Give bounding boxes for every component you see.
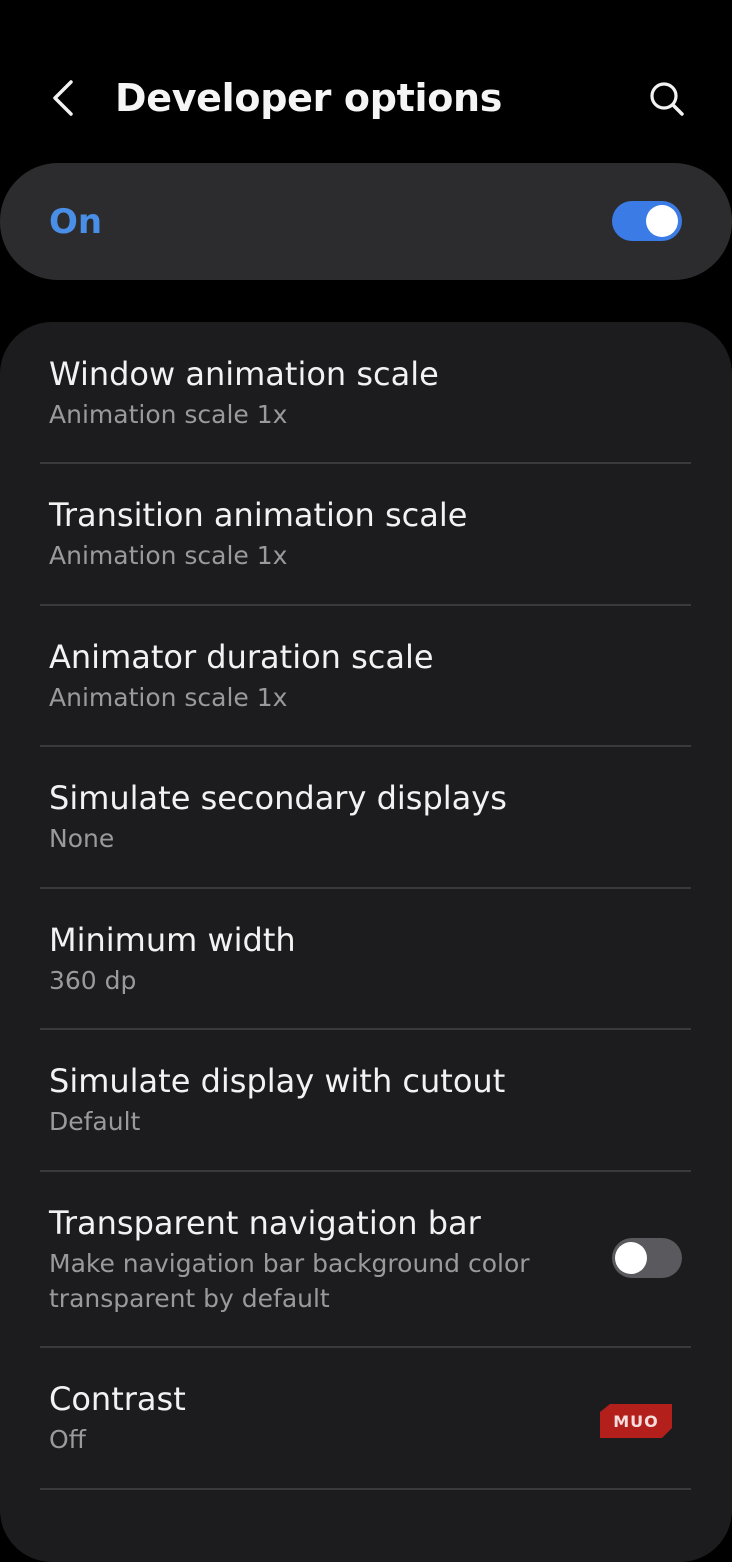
item-subtitle-line-2: transparent by default xyxy=(49,1284,330,1313)
page-title: Developer options xyxy=(115,76,503,120)
item-title: Contrast xyxy=(49,1380,186,1418)
divider xyxy=(40,887,691,889)
divider xyxy=(40,1488,691,1490)
divider xyxy=(40,462,691,464)
item-subtitle: Animation scale 1x xyxy=(49,683,288,712)
list-item-minimum-width[interactable]: Minimum width 360 dp xyxy=(0,913,732,1031)
master-switch-label: On xyxy=(49,202,103,242)
list-item-simulate-display-with-cutout[interactable]: Simulate display with cutout Default xyxy=(0,1055,732,1173)
item-subtitle: 360 dp xyxy=(49,966,137,995)
divider xyxy=(40,604,691,606)
item-title: Simulate secondary displays xyxy=(49,779,507,817)
item-title: Transparent navigation bar xyxy=(49,1204,481,1242)
item-title: Simulate display with cutout xyxy=(49,1062,506,1100)
item-subtitle: Animation scale 1x xyxy=(49,541,288,570)
divider xyxy=(40,1170,691,1172)
chevron-left-icon xyxy=(53,80,73,116)
item-title: Minimum width xyxy=(49,921,296,959)
search-button[interactable] xyxy=(640,72,694,126)
divider xyxy=(40,1028,691,1030)
muo-watermark-logo: MUO xyxy=(600,1404,672,1438)
item-title: Transition animation scale xyxy=(49,496,468,534)
item-subtitle: Default xyxy=(49,1107,141,1136)
back-button[interactable] xyxy=(40,72,88,124)
item-subtitle-line-1: Make navigation bar background color xyxy=(49,1249,530,1278)
search-icon xyxy=(650,82,684,116)
app-bar: Developer options xyxy=(0,0,732,160)
master-toggle[interactable] xyxy=(612,201,682,241)
list-item-transition-animation-scale[interactable]: Transition animation scale Animation sca… xyxy=(0,488,732,606)
item-title: Animator duration scale xyxy=(49,638,434,676)
svg-text:MUO: MUO xyxy=(613,1412,659,1431)
item-title: Window animation scale xyxy=(49,355,439,393)
transparent-navigation-bar-toggle[interactable] xyxy=(612,1238,682,1278)
list-item-animator-duration-scale[interactable]: Animator duration scale Animation scale … xyxy=(0,630,732,748)
divider xyxy=(40,745,691,747)
item-subtitle: None xyxy=(49,824,115,853)
toggle-knob xyxy=(646,205,678,237)
list-item-window-animation-scale[interactable]: Window animation scale Animation scale 1… xyxy=(0,346,732,464)
item-subtitle: Off xyxy=(49,1425,86,1454)
toggle-knob xyxy=(615,1242,647,1274)
item-subtitle: Animation scale 1x xyxy=(49,400,288,429)
divider xyxy=(40,1346,691,1348)
list-item-simulate-secondary-displays[interactable]: Simulate secondary displays None xyxy=(0,772,732,890)
